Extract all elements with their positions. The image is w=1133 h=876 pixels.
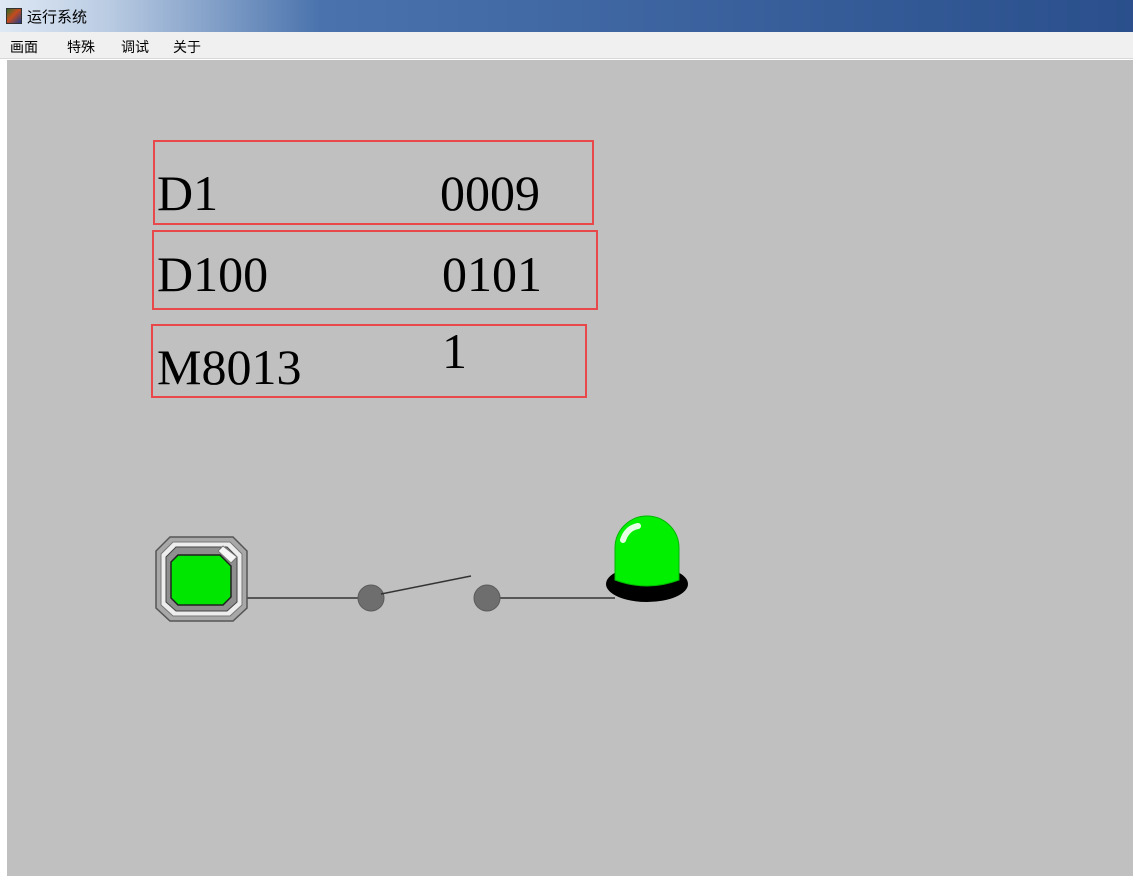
runtime-canvas: D1 0009 D100 0101 M8013 1: [7, 60, 1133, 876]
pushbutton-icon[interactable]: [155, 536, 248, 622]
switch-contact-icon[interactable]: [357, 575, 501, 612]
menu-item-special[interactable]: 特殊: [67, 37, 95, 57]
app-icon: [6, 8, 22, 24]
title-bar[interactable]: 运行系统: [0, 0, 1133, 32]
menu-bar: 画面 特殊 调试 关于: [0, 32, 1133, 59]
window-title: 运行系统: [27, 8, 88, 26]
menu-item-screen[interactable]: 画面: [10, 37, 38, 57]
indicator-lamp-icon: [606, 515, 688, 602]
circuit-diagram: [155, 515, 688, 622]
menu-item-about[interactable]: 关于: [173, 37, 201, 57]
menu-item-debug[interactable]: 调试: [121, 37, 149, 57]
